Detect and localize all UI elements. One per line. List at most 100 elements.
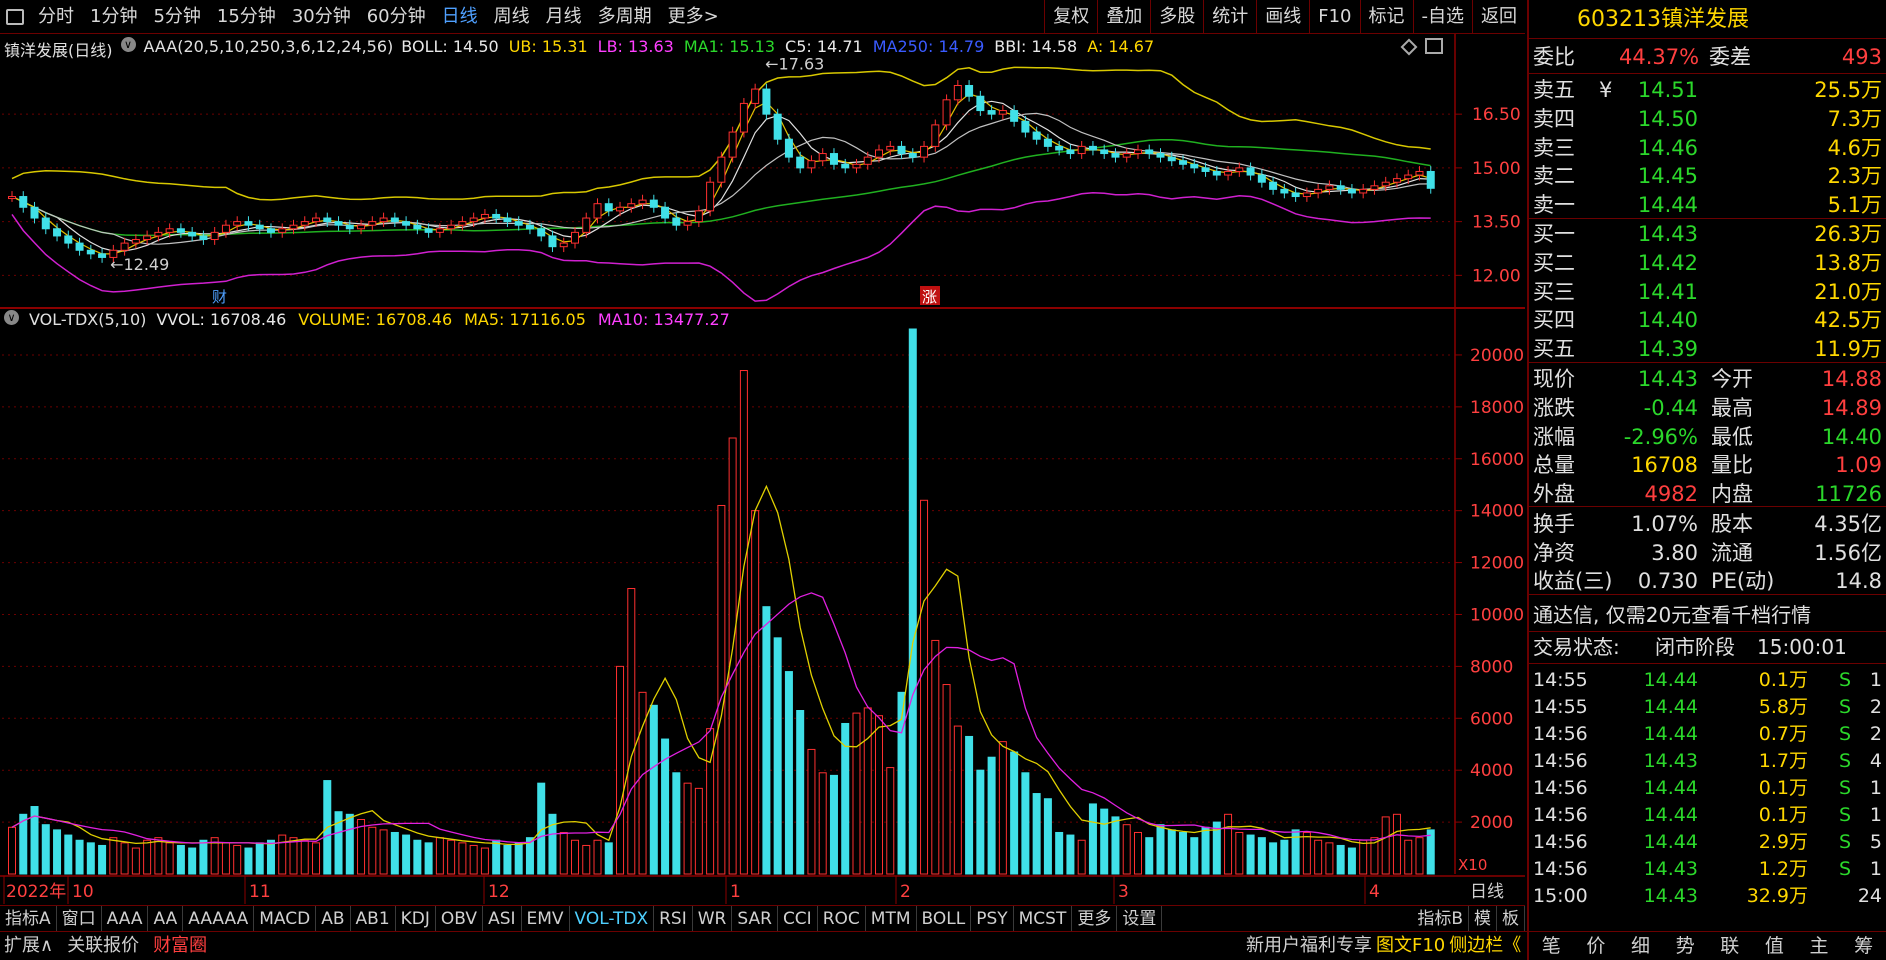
volume-bar xyxy=(514,842,523,875)
volume-bar xyxy=(120,842,129,875)
indicator-tab[interactable]: 指标A xyxy=(0,905,57,932)
bottom-right-link[interactable]: 新用户福利专享 xyxy=(1246,932,1372,960)
volume-bar xyxy=(852,712,861,875)
period-tab-10[interactable]: 更多> xyxy=(660,0,727,34)
toolbar-button-5[interactable]: F10 xyxy=(1309,0,1359,34)
bottom-left-link[interactable]: 关联报价 xyxy=(67,932,139,960)
promo-row[interactable]: 通达信, 仅需20元查看千档行情 xyxy=(1529,601,1886,629)
indicator-tab[interactable]: ASI xyxy=(483,905,522,932)
stat-label: 涨幅 xyxy=(1533,424,1575,449)
period-tab-2[interactable]: 5分钟 xyxy=(145,0,208,34)
volume-bar xyxy=(1156,824,1165,875)
toolbar-button-0[interactable]: 复权 xyxy=(1044,0,1097,34)
bottom-left-link[interactable]: 财富圈 xyxy=(153,932,207,960)
period-indicator[interactable]: 日线 xyxy=(1470,882,1504,902)
volume-bar xyxy=(818,772,827,875)
x-axis-label: 2 xyxy=(900,882,911,902)
period-tab-3[interactable]: 15分钟 xyxy=(209,0,284,34)
toolbar-button-2[interactable]: 多股 xyxy=(1150,0,1203,34)
indicator-tab[interactable]: EMV xyxy=(522,905,570,932)
stat-label: 外盘 xyxy=(1533,482,1575,507)
indicator-tab[interactable]: CCI xyxy=(778,905,818,932)
diamond-icon[interactable] xyxy=(1400,38,1418,56)
sell-label: 卖三 xyxy=(1533,135,1575,160)
buy-row[interactable]: 买二 14.42 13.8万 xyxy=(1529,249,1886,277)
period-tab-7[interactable]: 周线 xyxy=(486,0,538,34)
candle-body xyxy=(154,231,163,237)
bottom-left-link[interactable]: 扩展∧ xyxy=(4,932,53,960)
toolbar-button-1[interactable]: 叠加 xyxy=(1097,0,1150,34)
toolbar-button-7[interactable]: -自选 xyxy=(1412,0,1473,34)
buy-row[interactable]: 买一 14.43 26.3万 xyxy=(1529,220,1886,248)
sell-row[interactable]: 卖四 14.50 7.3万 xyxy=(1529,105,1886,133)
indicator-tab[interactable]: KDJ xyxy=(396,905,436,932)
kline-chart-area[interactable]: 16.50 15.00 13.50 12.00 20000 18000 16000 14000… xyxy=(0,34,1525,907)
volume-bar xyxy=(312,842,321,875)
period-tab-6[interactable]: 日线 xyxy=(434,0,486,34)
menu-icon[interactable] xyxy=(0,0,30,34)
period-tab-1[interactable]: 1分钟 xyxy=(82,0,145,34)
toolbar-button-3[interactable]: 统计 xyxy=(1203,0,1256,34)
sell-row[interactable]: 卖二 14.45 2.3万 xyxy=(1529,162,1886,190)
buy-volume: 42.5万 xyxy=(1814,308,1882,333)
indicator-tab[interactable]: ROC xyxy=(818,905,866,932)
indicator-tab[interactable]: 更多 xyxy=(1072,905,1118,932)
stat-row: 涨幅 -2.96% 最低 14.40 xyxy=(1529,423,1886,451)
period-tab-8[interactable]: 月线 xyxy=(538,0,590,34)
buy-row[interactable]: 买三 14.41 21.0万 xyxy=(1529,278,1886,306)
window-icon[interactable] xyxy=(1425,38,1443,54)
bottom-right-link[interactable]: 图文F10 xyxy=(1376,932,1445,960)
indicator-tab[interactable]: 窗口 xyxy=(57,905,102,932)
period-tab-5[interactable]: 60分钟 xyxy=(359,0,434,34)
volume-bar xyxy=(1235,831,1244,875)
indicator-tab[interactable]: WR xyxy=(693,905,733,932)
toolbar-button-4[interactable]: 画线 xyxy=(1256,0,1309,34)
period-tab-4[interactable]: 30分钟 xyxy=(284,0,359,34)
volume-bar xyxy=(886,767,895,875)
volume-bar xyxy=(1122,824,1131,875)
indicator-tab[interactable]: AB1 xyxy=(351,905,396,932)
sell-row[interactable]: 卖一 14.44 5.1万 xyxy=(1529,191,1886,219)
volume-bar xyxy=(739,370,748,875)
volume-bar xyxy=(717,504,726,875)
volume-bar xyxy=(998,741,1007,875)
indicator-tab[interactable]: AAA xyxy=(102,905,149,932)
buy-row[interactable]: 买五 14.39 11.9万 xyxy=(1529,335,1886,363)
indicator-tab[interactable]: 设置 xyxy=(1117,905,1163,932)
indicator-tab[interactable]: VOL-TDX xyxy=(570,905,655,932)
indicator-tab[interactable]: BOLL xyxy=(917,905,972,932)
main-tick-label: 16.50 xyxy=(1472,105,1521,125)
indicator-tab[interactable]: MTM xyxy=(866,905,917,932)
sell-row[interactable]: 卖三 14.46 4.6万 xyxy=(1529,134,1886,162)
indicator-tab[interactable]: RSI xyxy=(654,905,693,932)
sell-row[interactable]: 卖五 ¥14.51 25.5万 xyxy=(1529,76,1886,104)
candle-body xyxy=(1100,149,1109,155)
indicator-tab[interactable]: AB xyxy=(316,905,351,932)
cai-marker[interactable]: 财 xyxy=(212,288,227,306)
toolbar-button-6[interactable]: 标记 xyxy=(1359,0,1413,34)
indicator-tab[interactable]: PSY xyxy=(971,905,1014,932)
candle-body xyxy=(751,88,760,104)
indicator-tab[interactable]: MACD xyxy=(254,905,317,932)
volume-bar xyxy=(1010,751,1019,875)
indicator-tab[interactable]: AAAAA xyxy=(183,905,255,932)
promo-text[interactable]: 通达信, 仅需20元查看千档行情 xyxy=(1533,601,1811,629)
vol-collapse-icon[interactable]: ∨ xyxy=(4,310,19,325)
indicator-right-tab[interactable]: 指标B xyxy=(1412,905,1469,932)
indicator-tab[interactable]: OBV xyxy=(436,905,484,932)
period-tab-9[interactable]: 多周期 xyxy=(590,0,660,34)
toolbar-button-8[interactable]: 返回 xyxy=(1472,0,1525,34)
indicator-right-tab[interactable]: 模 xyxy=(1469,905,1497,932)
indicator-tab[interactable]: AA xyxy=(148,905,184,932)
indicator-tab[interactable]: MCST xyxy=(1014,905,1073,932)
bottom-right-link[interactable]: 侧边栏《 xyxy=(1449,932,1521,960)
kline-chart-svg[interactable]: 16.5015.0013.5012.0020000180001600014000… xyxy=(0,34,1525,907)
buy-row[interactable]: 买四 14.40 42.5万 xyxy=(1529,306,1886,334)
indicator-right-tab[interactable]: 板 xyxy=(1497,905,1525,932)
buy-label: 买五 xyxy=(1533,337,1575,362)
zhang-marker[interactable]: 涨 xyxy=(922,288,937,306)
indicator-tab[interactable]: SAR xyxy=(732,905,778,932)
vol-tick-label: 12000 xyxy=(1470,554,1524,574)
period-tab-0[interactable]: 分时 xyxy=(30,0,82,34)
collapse-icon[interactable]: ∨ xyxy=(120,37,136,52)
